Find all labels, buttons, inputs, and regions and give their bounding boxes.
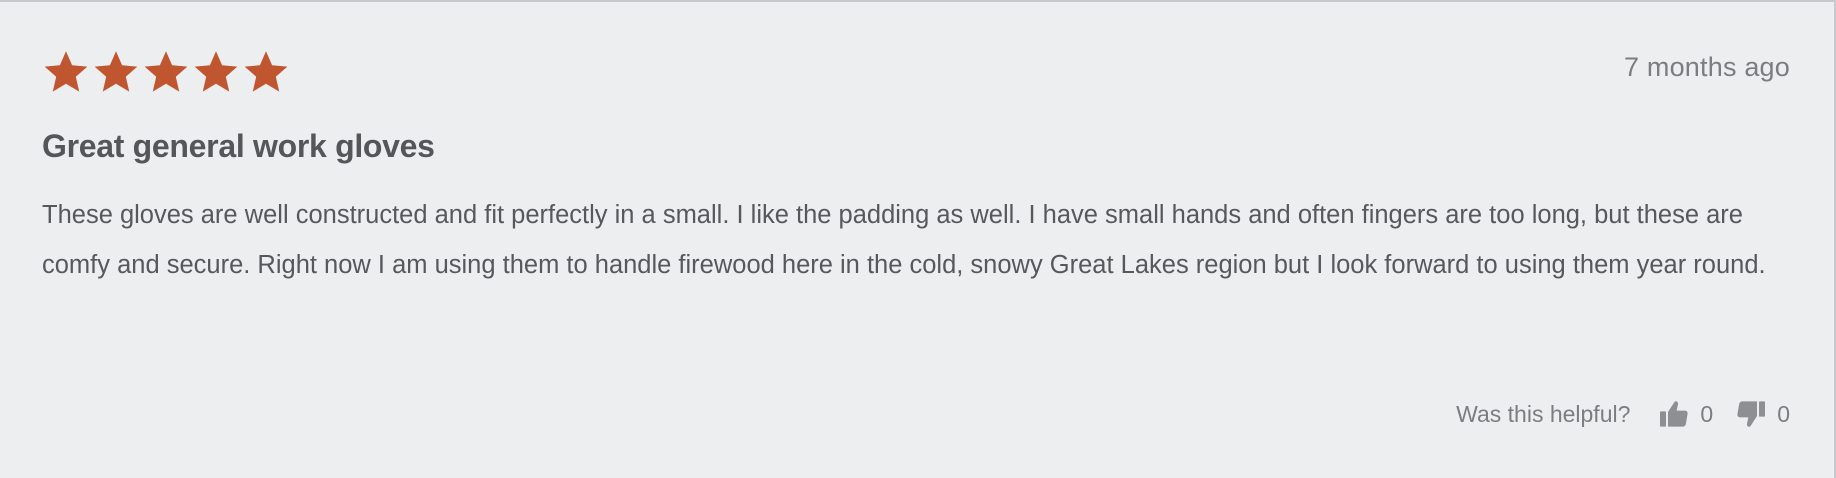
star-icon [42, 48, 90, 96]
review-date: 7 months ago [1623, 52, 1790, 82]
star-icon [92, 48, 140, 96]
star-icon [142, 48, 190, 96]
helpful-section: Was this helpful? 0 0 [1456, 398, 1790, 430]
review-title: Great general work gloves [42, 128, 435, 164]
helpful-no-count: 0 [1777, 400, 1790, 427]
helpful-yes-count: 0 [1700, 400, 1714, 427]
helpful-yes-button[interactable]: 0 [1658, 398, 1713, 430]
thumbs-down-icon [1735, 398, 1767, 430]
star-rating [42, 48, 290, 96]
helpful-label: Was this helpful? [1456, 400, 1631, 427]
star-icon [192, 48, 240, 96]
review-body: These gloves are well constructed and fi… [42, 201, 1766, 279]
review-card: 7 months ago Great general work gloves T… [0, 0, 1836, 478]
thumbs-up-icon [1658, 398, 1690, 430]
helpful-no-button[interactable]: 0 [1735, 398, 1790, 430]
star-icon [242, 48, 290, 96]
